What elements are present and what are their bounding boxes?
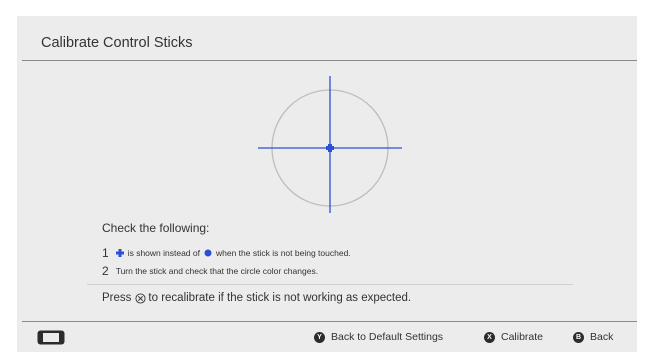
calibrate-button[interactable]: X Calibrate: [484, 331, 543, 343]
button-label: Back: [590, 331, 614, 343]
step-number: 2: [102, 264, 109, 278]
plus-marker-icon: [326, 144, 334, 152]
page-title: Calibrate Control Sticks: [41, 35, 193, 51]
x-button-icon: [135, 292, 146, 304]
note-text: Press: [102, 292, 132, 304]
footer-bar: Y Back to Default Settings X Calibrate B…: [17, 327, 637, 349]
console-icon: [37, 330, 65, 345]
instruction-step-1: 1 is shown instead of when the stick is …: [102, 246, 351, 260]
button-label: Back to Default Settings: [331, 331, 444, 343]
dot-marker-icon: [204, 249, 212, 257]
back-button[interactable]: B Back: [573, 331, 613, 343]
step-text: is shown instead of: [127, 248, 200, 258]
button-label: Calibrate: [501, 331, 544, 343]
back-to-default-settings-button[interactable]: Y Back to Default Settings: [314, 331, 443, 343]
b-button-icon: B: [573, 331, 584, 343]
step-text: when the stick is not being touched.: [215, 248, 351, 258]
title-divider: [22, 60, 637, 61]
x-button-icon: X: [484, 331, 495, 343]
footer-divider: [22, 321, 637, 322]
note-text: to recalibrate if the stick is not worki…: [148, 292, 412, 304]
instructions-divider: [87, 284, 573, 285]
step-text: Turn the stick and check that the circle…: [115, 266, 319, 276]
instructions-heading: Check the following:: [102, 221, 210, 235]
instruction-step-2: 2 Turn the stick and check that the circ…: [102, 264, 318, 278]
stick-position-display: [258, 76, 402, 213]
calibration-panel: Calibrate Control Sticks Check the follo…: [17, 16, 637, 352]
recalibrate-note: Press to recalibrate if the stick is not…: [102, 292, 411, 304]
step-number: 1: [102, 246, 109, 260]
y-button-icon: Y: [314, 331, 325, 343]
plus-marker-icon: [115, 249, 124, 257]
